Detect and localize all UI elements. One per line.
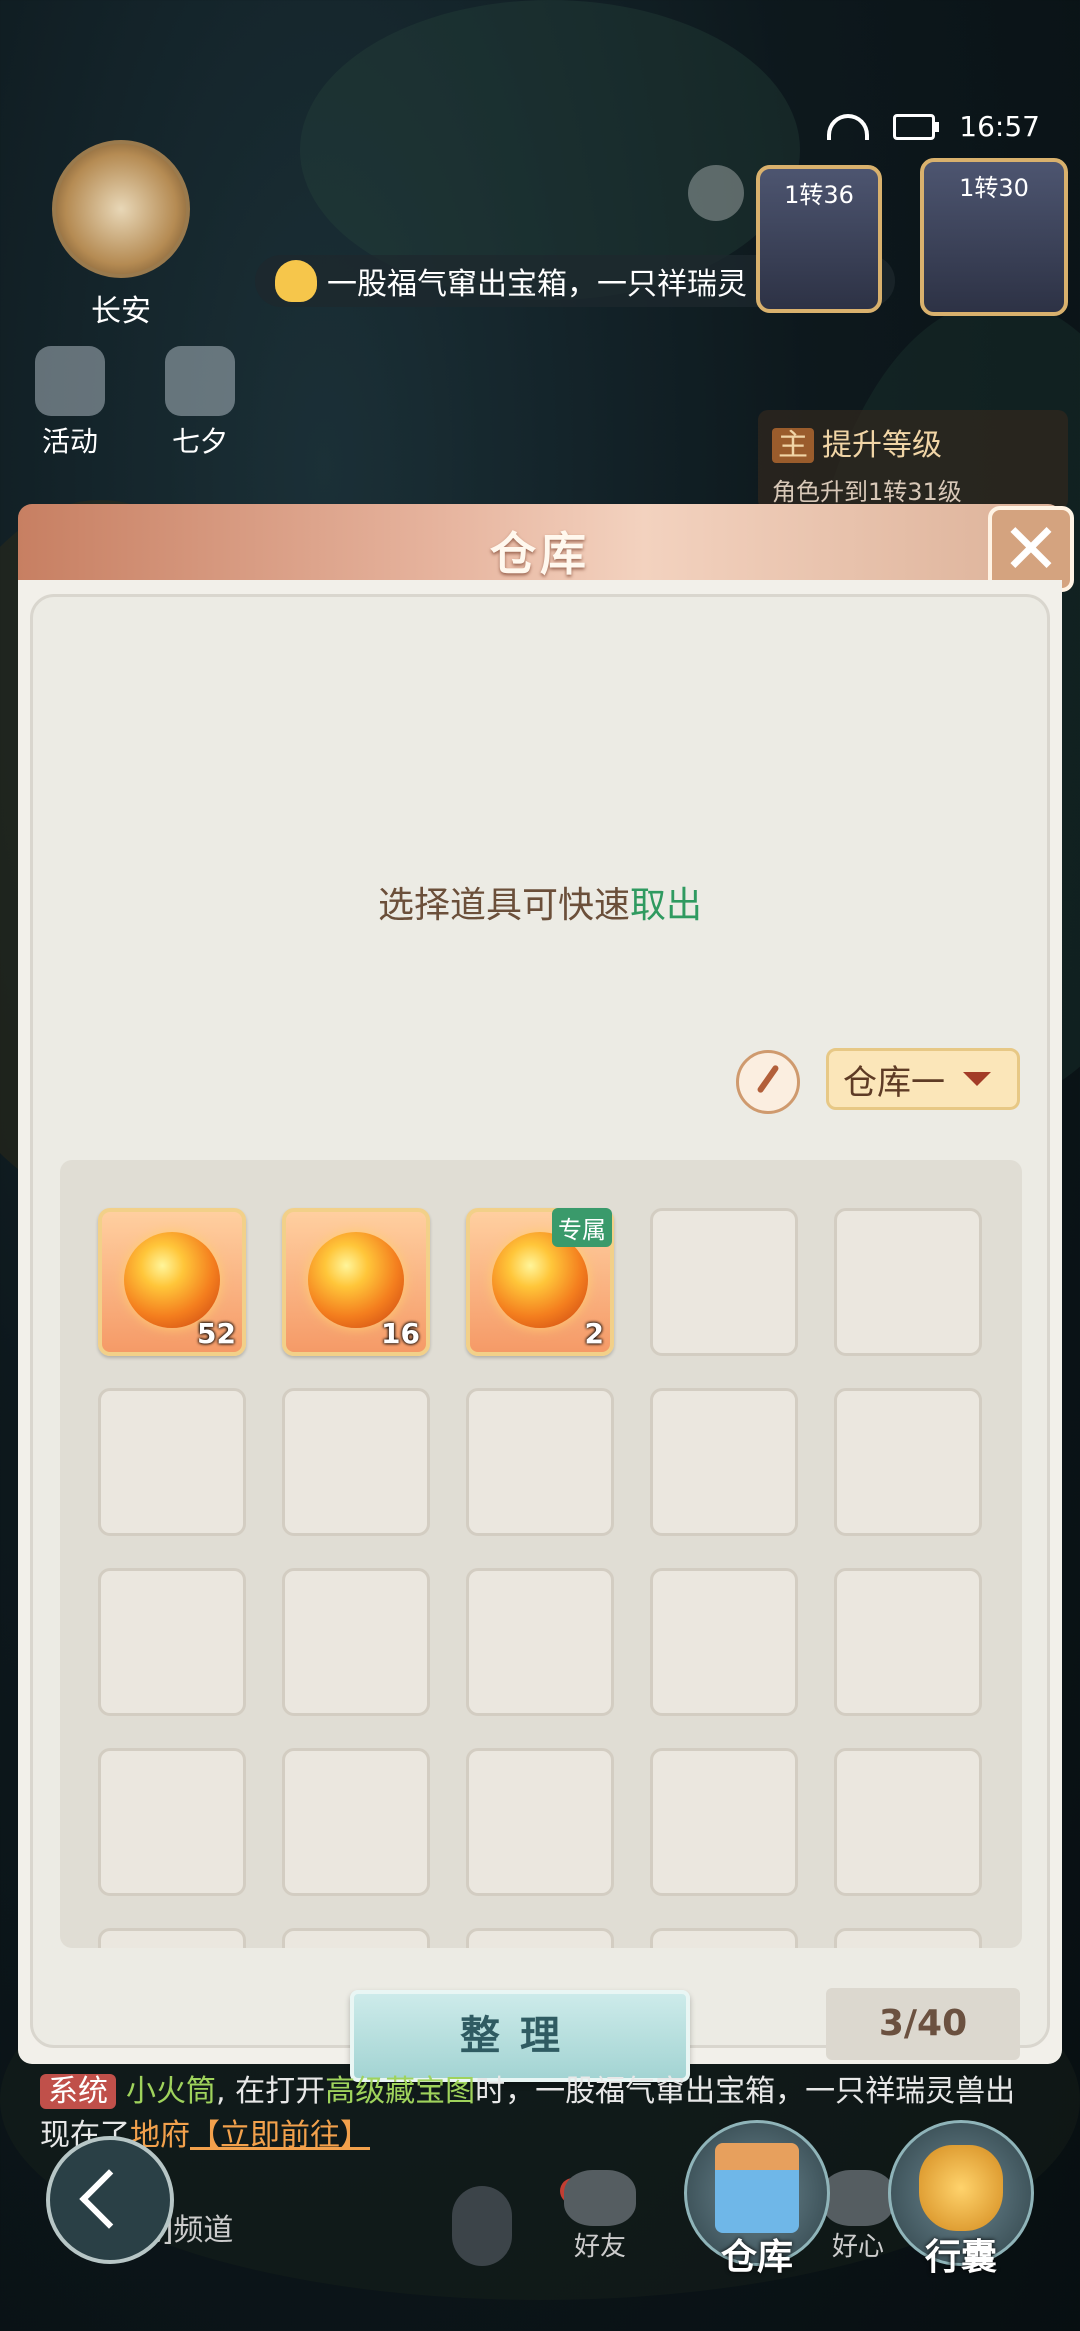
empty-slot[interactable] [282, 1388, 430, 1536]
bag-button[interactable]: 行囊 [886, 2120, 1036, 2280]
empty-slot[interactable] [834, 1208, 982, 1356]
hint-text: 选择道具可快速取出 [18, 876, 1062, 928]
empty-slot[interactable] [98, 1928, 246, 1948]
item-slot[interactable]: 52 [98, 1208, 246, 1356]
city-icon [52, 140, 190, 278]
bag-label: 行囊 [924, 2237, 997, 2278]
bell-icon [275, 260, 317, 302]
bird-icon [165, 346, 235, 416]
qixi-button[interactable]: 七夕 [160, 346, 240, 460]
panel-title: 仓库 [490, 527, 590, 581]
item-qty: 52 [197, 1317, 236, 1350]
capacity-display: 3/40 [826, 1988, 1020, 2060]
empty-slot[interactable] [98, 1568, 246, 1716]
left-buttons: 活动 七夕 [30, 346, 240, 460]
quest-desc: 角色升到1转31级 [772, 478, 962, 506]
empty-slot[interactable] [466, 1388, 614, 1536]
friend-label: 好友 [573, 2232, 626, 2262]
empty-slot[interactable] [650, 1208, 798, 1356]
activity-button[interactable]: 活动 [30, 346, 110, 460]
fire-orb-icon [308, 1232, 404, 1328]
chat-icon[interactable] [688, 165, 744, 221]
heart-icon [822, 2170, 894, 2226]
sort-button[interactable]: 整理 [350, 1990, 690, 2082]
qixi-label: 七夕 [171, 425, 228, 458]
item-slot[interactable]: 专属 2 [466, 1208, 614, 1356]
hint-highlight: 取出 [630, 885, 703, 926]
empty-slot[interactable] [834, 1568, 982, 1716]
heart-label: 好心 [831, 2232, 884, 2262]
item-slot[interactable]: 16 [282, 1208, 430, 1356]
battery-icon [893, 113, 940, 140]
empty-slot[interactable] [650, 1568, 798, 1716]
empty-slot[interactable] [650, 1748, 798, 1896]
item-qty: 16 [381, 1317, 420, 1350]
goto-link[interactable]: 【立即前往】 [190, 2118, 370, 2153]
empty-slot[interactable] [834, 1748, 982, 1896]
empty-slot[interactable] [834, 1388, 982, 1536]
empty-slot[interactable] [834, 1928, 982, 1948]
empty-slot[interactable] [282, 1748, 430, 1896]
status-time: 16:57 [959, 110, 1040, 143]
chat-text-1: 在打开 [235, 2074, 326, 2109]
dropdown-arrow-icon [963, 1072, 991, 1086]
exclusive-badge: 专属 [552, 1208, 612, 1247]
quest-title: 提升等级 [822, 428, 942, 463]
empty-slot[interactable] [98, 1388, 246, 1536]
portrait-level: 1转36 [784, 181, 854, 209]
brush-icon[interactable] [736, 1050, 800, 1114]
portrait-pet[interactable]: 1转36 [756, 165, 882, 313]
portrait-level: 1转30 [959, 174, 1029, 202]
empty-slot[interactable] [466, 1928, 614, 1948]
gift-icon [35, 346, 105, 416]
portrait-player[interactable]: 1转30 [920, 158, 1068, 316]
warehouse-dropdown[interactable]: 仓库一 [826, 1048, 1020, 1110]
chat-player-name[interactable]: 小火筒 [126, 2074, 216, 2109]
fire-orb-icon [124, 1232, 220, 1328]
friend-icon [564, 2170, 636, 2226]
dropdown-value: 仓库一 [843, 1062, 945, 1103]
quest-badge: 主 [772, 428, 814, 463]
empty-slot[interactable] [650, 1928, 798, 1948]
activity-label: 活动 [41, 425, 98, 458]
warehouse-label: 仓库 [720, 2237, 793, 2278]
empty-slot[interactable] [466, 1748, 614, 1896]
back-arrow-icon[interactable] [46, 2136, 174, 2264]
location-emblem[interactable]: 长安 [46, 140, 196, 330]
item-qty: 2 [584, 1317, 604, 1350]
mic-icon[interactable] [452, 2186, 512, 2266]
empty-slot[interactable] [650, 1388, 798, 1536]
empty-slot[interactable] [98, 1748, 246, 1896]
friend-button[interactable]: 好友 [560, 2170, 640, 2263]
status-bar: 16:57 [827, 110, 1040, 143]
location-name: 长安 [91, 294, 151, 329]
warehouse-panel: 仓库 ✕ 选择道具可快速取出 仓库一 52 16 专属 2 整理 3/40 [18, 504, 1074, 2082]
warehouse-button[interactable]: 仓库 [682, 2120, 832, 2280]
wifi-icon [827, 113, 870, 140]
panel-body: 选择道具可快速取出 仓库一 52 16 专属 2 整理 3/40 [18, 580, 1062, 2082]
empty-slot[interactable] [282, 1928, 430, 1948]
chat-map-name: 高级藏宝图 [325, 2074, 476, 2109]
empty-slot[interactable] [282, 1568, 430, 1716]
item-grid: 52 16 专属 2 [60, 1160, 1022, 1948]
system-tag: 系统 [40, 2074, 116, 2109]
empty-slot[interactable] [466, 1568, 614, 1716]
quest-card[interactable]: 主提升等级 角色升到1转31级 [758, 410, 1068, 510]
broadcast-text: 一股福气窜出宝箱，一只祥瑞灵 [327, 267, 747, 302]
hint-prefix: 选择道具可快速 [377, 885, 630, 926]
